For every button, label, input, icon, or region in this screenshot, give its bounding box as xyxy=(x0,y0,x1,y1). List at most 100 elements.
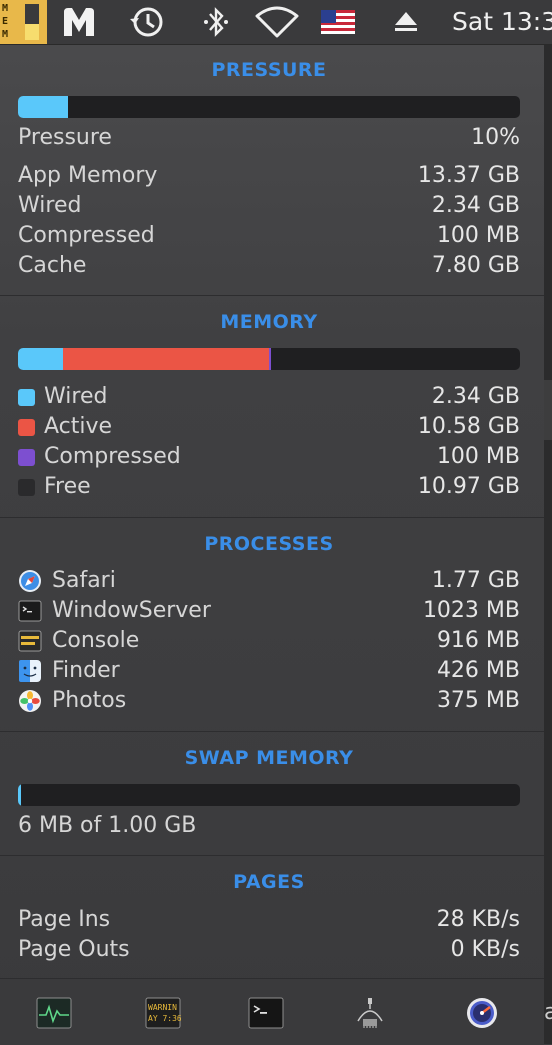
malwarebytes-icon[interactable] xyxy=(58,0,100,44)
istat-menus-icon[interactable] xyxy=(464,997,500,1029)
memory-bar xyxy=(18,348,520,370)
time-machine-icon[interactable] xyxy=(127,0,167,44)
active-swatch xyxy=(18,419,35,436)
cache-label: Cache xyxy=(18,253,87,278)
memory-row-wired: Wired 2.34 GB xyxy=(18,382,520,412)
cache-value: 7.80 GB xyxy=(431,253,520,278)
bluetooth-icon[interactable] xyxy=(200,0,232,44)
console-icon-line-2: AY 7:36 xyxy=(148,1014,181,1023)
page-outs-label: Page Outs xyxy=(18,937,130,962)
console-icon-line-1: WARNIN xyxy=(148,1003,177,1012)
wired-swatch xyxy=(18,389,35,406)
memory-row-compressed: Compressed 100 MB xyxy=(18,442,520,472)
divider xyxy=(0,517,544,518)
photos-icon xyxy=(18,689,42,713)
swap-usage-row: 6 MB of 1.00 GB xyxy=(18,811,520,841)
divider xyxy=(0,855,544,856)
memory-segment-free xyxy=(270,348,484,370)
compressed-label: Compressed xyxy=(18,223,155,248)
eject-icon[interactable] xyxy=(388,0,424,44)
memory-segment-active xyxy=(63,348,269,370)
memory-compressed-label: Compressed xyxy=(44,444,181,469)
process-name: Finder xyxy=(52,658,120,683)
process-memory: 375 MB xyxy=(436,688,520,713)
wifi-icon[interactable] xyxy=(254,0,300,44)
swap-usage-text: 6 MB of 1.00 GB xyxy=(18,813,197,838)
pressure-label: Pressure xyxy=(18,125,112,150)
memory-free-label: Free xyxy=(44,474,91,499)
memory-title: MEMORY xyxy=(220,311,318,333)
wired-row: Wired 2.34 GB xyxy=(18,191,520,221)
memory-gauge xyxy=(25,4,39,40)
process-name: Photos xyxy=(52,688,127,713)
process-memory: 1023 MB xyxy=(422,598,520,623)
background-window-edge: a xyxy=(544,45,552,1044)
pressure-row: Pressure 10% xyxy=(18,123,520,153)
wired-value: 2.34 GB xyxy=(431,193,520,218)
divider xyxy=(0,295,544,296)
memory-free-value: 10.97 GB xyxy=(417,474,520,499)
process-row-windowserver[interactable]: WindowServer 1023 MB xyxy=(18,596,520,626)
terminal-icon[interactable] xyxy=(248,997,284,1029)
memory-compressed-value: 100 MB xyxy=(436,444,520,469)
process-row-photos[interactable]: Photos 375 MB xyxy=(18,686,520,716)
terminal-icon xyxy=(18,599,42,623)
process-name: Safari xyxy=(52,568,116,593)
background-window-strip xyxy=(544,380,552,440)
free-swatch xyxy=(18,479,35,496)
system-information-icon[interactable] xyxy=(352,997,388,1029)
activity-monitor-icon[interactable] xyxy=(36,997,72,1029)
process-memory: 1.77 GB xyxy=(431,568,520,593)
safari-icon xyxy=(18,569,42,593)
process-memory: 916 MB xyxy=(436,628,520,653)
process-memory: 426 MB xyxy=(436,658,520,683)
app-memory-row: App Memory 13.37 GB xyxy=(18,161,520,191)
process-name: Console xyxy=(52,628,140,653)
compressed-swatch xyxy=(18,449,35,466)
swap-bar-fill xyxy=(18,784,21,806)
process-name: WindowServer xyxy=(52,598,211,623)
memory-wired-value: 2.34 GB xyxy=(431,384,520,409)
app-memory-label: App Memory xyxy=(18,163,158,188)
page-outs-value: 0 KB/s xyxy=(450,937,520,962)
memory-row-active: Active 10.58 GB xyxy=(18,412,520,442)
swap-memory-title: SWAP MEMORY xyxy=(184,747,354,769)
background-window-letter: a xyxy=(544,1000,552,1025)
page-ins-label: Page Ins xyxy=(18,907,111,932)
pressure-bar-fill xyxy=(18,96,69,118)
mem-icon-letters: M E M xyxy=(2,3,9,40)
wired-label: Wired xyxy=(18,193,82,218)
us-flag-icon[interactable] xyxy=(320,0,356,44)
menu-clock[interactable]: Sat 13:3 xyxy=(452,0,552,44)
menu-bar: M E M Sat 13:3 xyxy=(0,0,552,45)
page-outs-row: Page Outs 0 KB/s xyxy=(18,935,520,965)
console-icon xyxy=(18,629,42,653)
divider xyxy=(0,731,544,732)
cache-row: Cache 7.80 GB xyxy=(18,251,520,281)
pressure-bar xyxy=(18,96,520,118)
process-row-console[interactable]: Console 916 MB xyxy=(18,626,520,656)
memory-gauge-fill xyxy=(25,23,39,40)
page-ins-row: Page Ins 28 KB/s xyxy=(18,905,520,935)
memory-active-value: 10.58 GB xyxy=(417,414,520,439)
process-row-safari[interactable]: Safari 1.77 GB xyxy=(18,566,520,596)
compressed-row: Compressed 100 MB xyxy=(18,221,520,251)
memory-menu-panel: PRESSURE Pressure 10% App Memory 13.37 G… xyxy=(0,45,544,1044)
process-row-finder[interactable]: Finder 426 MB xyxy=(18,656,520,686)
memory-active-label: Active xyxy=(44,414,113,439)
page-ins-value: 28 KB/s xyxy=(436,907,520,932)
memory-wired-label: Wired xyxy=(44,384,108,409)
memory-segment-wired xyxy=(18,348,64,370)
finder-icon xyxy=(18,659,42,683)
bottom-toolbar: WARNIN AY 7:36 xyxy=(0,978,544,1045)
memory-meter-icon[interactable]: M E M xyxy=(0,0,47,44)
pressure-value: 10% xyxy=(471,125,520,150)
processes-title: PROCESSES xyxy=(204,533,334,555)
memory-row-free: Free 10.97 GB xyxy=(18,472,520,502)
pressure-title: PRESSURE xyxy=(211,59,327,81)
app-memory-value: 13.37 GB xyxy=(417,163,520,188)
compressed-value: 100 MB xyxy=(436,223,520,248)
pages-title: PAGES xyxy=(233,871,305,893)
swap-bar xyxy=(18,784,520,806)
console-icon[interactable]: WARNIN AY 7:36 xyxy=(145,997,182,1029)
